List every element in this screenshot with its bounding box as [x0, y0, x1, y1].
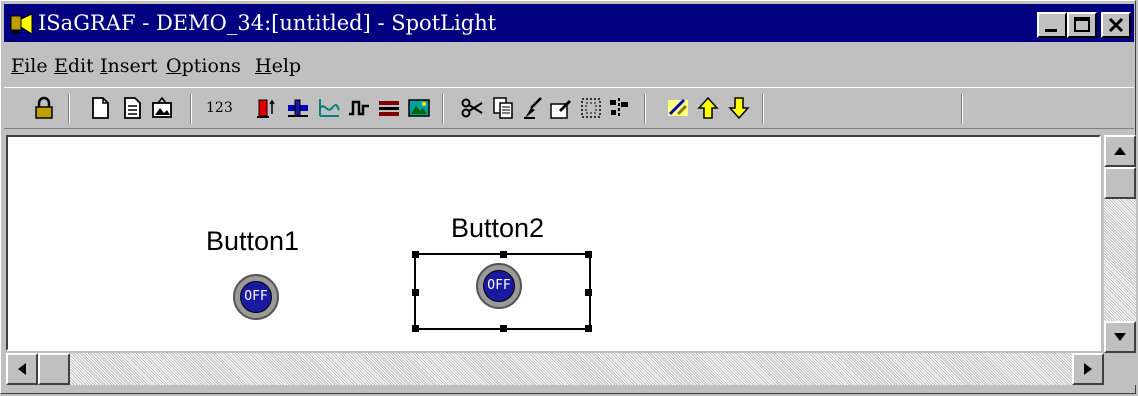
- menu-insert-mnemonic: I: [100, 55, 108, 77]
- vertical-scroll-thumb[interactable]: [1104, 167, 1136, 199]
- toolbar-separator: [68, 94, 70, 124]
- arrow-up-icon: [1114, 147, 1126, 155]
- menu-edit-mnemonic: E: [54, 55, 68, 77]
- menu-file-label: ile: [24, 55, 48, 77]
- menu-edit-label: dit: [67, 55, 94, 77]
- new-page-icon[interactable]: [88, 96, 112, 120]
- scrollbar-corner: [1104, 353, 1136, 385]
- picture-icon[interactable]: [150, 96, 174, 120]
- paint-brush-icon[interactable]: [521, 96, 545, 120]
- toolbar-separator: [644, 94, 646, 124]
- scroll-left-button[interactable]: [6, 353, 38, 385]
- menu-help-label: elp: [271, 55, 302, 77]
- button1-state: OFF: [240, 281, 272, 313]
- document-icon[interactable]: [120, 96, 144, 120]
- menu-help-mnemonic: H: [255, 55, 272, 77]
- vertical-scrollbar[interactable]: [1104, 135, 1136, 353]
- menu-edit[interactable]: Edit: [54, 55, 94, 77]
- menu-options-label: ptions: [181, 55, 241, 77]
- slider-icon[interactable]: [286, 96, 310, 120]
- lock-icon[interactable]: [32, 96, 56, 120]
- arrow-right-icon: [1084, 363, 1092, 375]
- bargraph-icon[interactable]: [254, 96, 278, 120]
- menu-file-mnemonic: F: [11, 55, 25, 77]
- properties-icon[interactable]: [549, 96, 573, 120]
- resize-handle[interactable]: [585, 289, 592, 296]
- menu-insert-label: nsert: [107, 55, 158, 77]
- trend-icon[interactable]: [317, 96, 341, 120]
- arrow-down-icon: [1114, 333, 1126, 341]
- toolbar-separator: [762, 94, 764, 124]
- toolbar-separator: [442, 94, 444, 124]
- scroll-up-button[interactable]: [1104, 135, 1136, 167]
- minimize-button[interactable]: [1037, 12, 1067, 38]
- move-down-icon[interactable]: [727, 96, 751, 120]
- menu-file[interactable]: File: [11, 55, 48, 77]
- select-area-icon[interactable]: [579, 96, 603, 120]
- numeric-display-button[interactable]: 123: [206, 100, 242, 124]
- copy-icon[interactable]: [491, 96, 515, 120]
- resize-handle[interactable]: [585, 325, 592, 332]
- resize-handle[interactable]: [500, 325, 507, 332]
- move-up-icon[interactable]: [696, 96, 720, 120]
- menu-options[interactable]: Options: [166, 55, 241, 77]
- bitmap-icon[interactable]: [407, 96, 431, 120]
- resize-handle[interactable]: [412, 289, 419, 296]
- edit-colors-icon[interactable]: [666, 96, 690, 120]
- horizontal-scrollbar[interactable]: [6, 353, 1104, 385]
- resize-handle[interactable]: [585, 251, 592, 258]
- horizontal-scroll-thumb[interactable]: [38, 353, 70, 385]
- button2-label: Button2: [451, 213, 545, 243]
- button2-onoff-widget[interactable]: OFF: [476, 263, 522, 309]
- scroll-down-button[interactable]: [1104, 321, 1136, 353]
- maximize-icon: [1074, 17, 1090, 32]
- toolbar: 123: [4, 87, 1134, 129]
- grid-align-icon[interactable]: [607, 96, 631, 120]
- window-title: ISaGRAF - DEMO_34:[untitled] - SpotLight: [38, 11, 497, 35]
- close-button[interactable]: [1101, 12, 1131, 38]
- spotlight-app-icon: [10, 13, 33, 35]
- switch-icon[interactable]: [347, 96, 371, 120]
- resize-handle[interactable]: [412, 251, 419, 258]
- arrow-left-icon: [18, 363, 26, 375]
- resize-handle[interactable]: [500, 251, 507, 258]
- toolbar-separator: [961, 94, 963, 124]
- maximize-button[interactable]: [1067, 12, 1097, 38]
- resize-handle[interactable]: [412, 325, 419, 332]
- scroll-right-button[interactable]: [1072, 353, 1104, 385]
- button1-label: Button1: [206, 226, 300, 256]
- minimize-icon: [1045, 29, 1057, 32]
- button2-state: OFF: [483, 270, 515, 302]
- menu-bar: File Edit Insert Options Help: [4, 45, 1134, 85]
- button1-onoff-widget[interactable]: OFF: [233, 274, 279, 320]
- app-window: ISaGRAF - DEMO_34:[untitled] - SpotLight…: [0, 0, 1136, 394]
- toolbar-separator: [190, 94, 192, 124]
- selection-frame[interactable]: OFF: [412, 251, 592, 332]
- cut-icon[interactable]: [460, 96, 484, 120]
- menu-insert[interactable]: Insert: [100, 55, 157, 77]
- multistate-icon[interactable]: [377, 96, 401, 120]
- menu-options-mnemonic: O: [166, 55, 182, 77]
- close-icon: [1108, 17, 1124, 33]
- menu-help[interactable]: Help: [255, 55, 301, 77]
- title-bar[interactable]: ISaGRAF - DEMO_34:[untitled] - SpotLight: [4, 4, 1134, 42]
